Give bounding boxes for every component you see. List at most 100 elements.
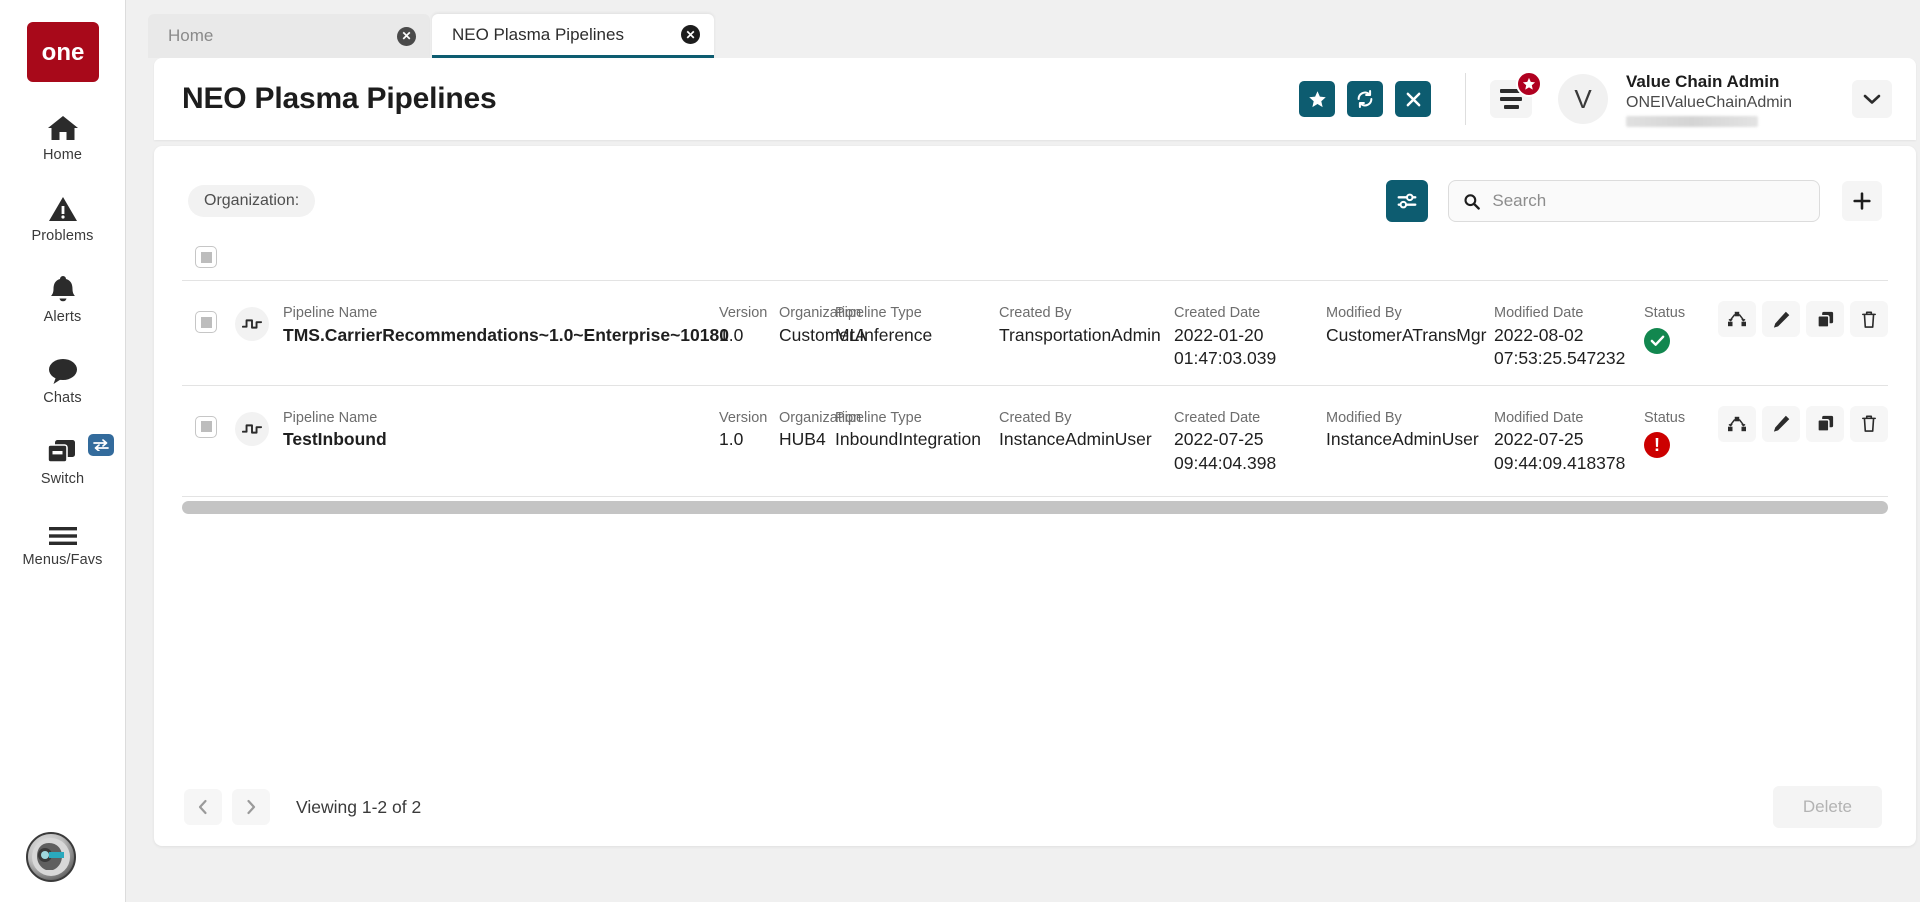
sidebar-item-label: Chats (43, 390, 82, 406)
column-header: Version (719, 305, 768, 321)
user-login-name: ONEIValueChainAdmin (1626, 93, 1793, 111)
search-box[interactable] (1448, 180, 1820, 222)
tab-neo-plasma-pipelines[interactable]: NEO Plasma Pipelines ✕ (432, 14, 714, 58)
row-checkbox[interactable] (195, 311, 217, 333)
column-header: Organization (779, 305, 862, 321)
bell-icon (49, 270, 77, 304)
close-icon[interactable]: ✕ (397, 26, 416, 46)
cell-value: 1.0 (719, 429, 744, 450)
chat-bubble-icon (47, 351, 79, 385)
column-header: Pipeline Type (835, 305, 922, 321)
table-row[interactable]: Pipeline Name TestInbound Version 1.0 Or… (182, 386, 1888, 490)
column-header: Modified By (1326, 305, 1402, 321)
header-divider (1465, 73, 1466, 125)
column-header: Pipeline Name (283, 409, 378, 426)
cell-value: TMS.CarrierRecommendations~1.0~Enterpris… (283, 324, 729, 345)
cell-pipeline-type: Pipeline Type MLInference (835, 295, 999, 347)
organization-filter-chip[interactable]: Organization: (188, 185, 316, 217)
robot-head-avatar[interactable] (26, 832, 76, 882)
warning-triangle-icon (48, 189, 78, 223)
delete-row-button[interactable] (1850, 405, 1888, 442)
pulse-wave-icon (235, 411, 269, 446)
user-display-name: Value Chain Admin (1626, 72, 1780, 92)
cell-value-time: 09:44:04.398 (1174, 453, 1277, 473)
chevron-right-icon (247, 799, 256, 815)
row-checkbox[interactable] (195, 415, 217, 438)
avatar-initial: V (1574, 83, 1592, 114)
sidebar-item-menus-favs[interactable]: Menus/Favs (0, 513, 126, 568)
close-button[interactable] (1395, 81, 1431, 117)
menus-favs-button[interactable] (1490, 71, 1542, 118)
cell-created-by: Created By TransportationAdmin (999, 295, 1174, 347)
left-sidebar: one Home Problems Alerts Chats Switch Me… (0, 0, 126, 902)
column-header: Organization (779, 409, 862, 426)
content-panel: Organization: Search Pipeline Name TMS.C… (154, 146, 1916, 846)
cell-value: HUB4 (779, 429, 826, 450)
column-header: Status (1644, 409, 1686, 426)
add-pipeline-button[interactable] (1842, 181, 1882, 221)
tab-home[interactable]: Home ✕ (148, 14, 430, 58)
table-footer: Viewing 1-2 of 2 Delete (154, 768, 1916, 846)
user-menu-button[interactable] (1852, 80, 1892, 118)
sidebar-item-label: Problems (31, 228, 94, 244)
sidebar-item-chats[interactable]: Chats (0, 351, 126, 406)
previous-page-button[interactable] (184, 789, 222, 825)
favorite-button[interactable] (1299, 81, 1335, 117)
search-icon (1464, 193, 1480, 210)
column-header: Created Date (1174, 409, 1261, 426)
cell-value-time: 07:53:25.547232 (1494, 348, 1626, 369)
main-area: Home ✕ NEO Plasma Pipelines ✕ NEO Plasma… (126, 0, 1920, 902)
cell-value: MLInference (835, 324, 933, 345)
swap-arrows-icon[interactable] (87, 434, 114, 456)
view-flow-button[interactable] (1718, 301, 1756, 337)
refresh-icon (1357, 90, 1373, 108)
cell-value: InstanceAdminUser (999, 429, 1152, 450)
delete-row-button[interactable] (1850, 301, 1888, 337)
next-page-button[interactable] (232, 789, 270, 825)
cell-value: InstanceAdminUser (1326, 429, 1479, 450)
duplicate-button[interactable] (1806, 301, 1844, 337)
column-header: Status (1644, 305, 1686, 321)
sidebar-item-problems[interactable]: Problems (0, 189, 126, 244)
cell-value-date: 2022-01-20 (1174, 324, 1264, 345)
horizontal-scrollbar[interactable] (182, 500, 1888, 514)
robot-head-icon (32, 838, 70, 876)
refresh-button[interactable] (1347, 81, 1383, 117)
cell-organization: Organization HUB4 (779, 400, 862, 452)
search-input[interactable] (1492, 191, 1805, 211)
duplicate-button[interactable] (1806, 405, 1844, 442)
avatar[interactable]: V (1558, 74, 1608, 124)
tab-label: NEO Plasma Pipelines (452, 24, 624, 44)
filter-settings-button[interactable] (1386, 180, 1428, 222)
sidebar-item-switch[interactable]: Switch (0, 432, 126, 487)
delete-button[interactable]: Delete (1772, 786, 1882, 828)
page-title: NEO Plasma Pipelines (182, 82, 497, 115)
trash-icon (1862, 415, 1876, 433)
star-badge-icon (1516, 71, 1542, 97)
cell-pipeline-name: Pipeline Name TMS.CarrierRecommendations… (283, 295, 729, 347)
column-header: Version (719, 409, 768, 426)
close-icon[interactable]: ✕ (681, 25, 700, 44)
one-network-logo[interactable]: one (26, 22, 99, 82)
select-all-checkbox[interactable] (195, 246, 217, 268)
row-actions (1718, 295, 1888, 337)
close-x-icon (1406, 92, 1420, 106)
edit-button[interactable] (1762, 405, 1800, 442)
svg-text:one: one (41, 39, 84, 66)
table-row[interactable]: Pipeline Name TMS.CarrierRecommendations… (182, 281, 1888, 385)
check-icon (1650, 335, 1664, 346)
sidebar-item-alerts[interactable]: Alerts (0, 270, 126, 325)
cell-created-date: Created Date 2022-01-20 01:47:03.039 (1174, 295, 1326, 371)
view-flow-button[interactable] (1718, 405, 1756, 442)
cell-version: Version 1.0 (719, 295, 779, 347)
cell-value-date: 2022-08-02 (1494, 324, 1584, 345)
column-header: Created Date (1174, 305, 1261, 321)
row-actions (1718, 400, 1888, 442)
pencil-icon (1773, 311, 1789, 328)
cell-version: Version 1.0 (719, 400, 779, 452)
one-logo-icon: one (41, 39, 84, 66)
edit-button[interactable] (1762, 301, 1800, 337)
cell-value-date: 2022-07-25 (1174, 429, 1264, 450)
page-header: NEO Plasma Pipelines V Value Chain Admin… (154, 58, 1916, 140)
sidebar-item-home[interactable]: Home (0, 108, 126, 163)
